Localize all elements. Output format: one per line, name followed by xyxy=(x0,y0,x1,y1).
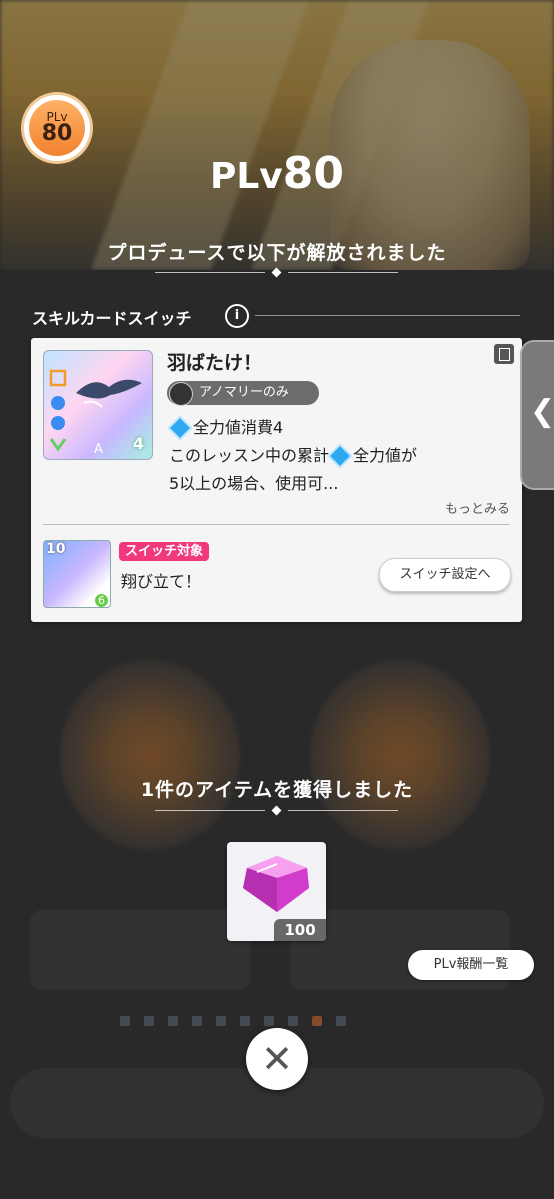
reward-item[interactable]: 100 xyxy=(227,842,326,941)
close-icon: ✕ xyxy=(261,1037,293,1081)
gem-icon xyxy=(243,856,309,912)
divider xyxy=(155,272,265,273)
plv-title-prefix: PLv xyxy=(209,156,283,197)
acquired-message: 1件のアイテムを獲得しました xyxy=(140,779,414,801)
unlock-message: プロデュースで以下が解放されました xyxy=(107,242,447,264)
skill-card-title: 羽ばたけ！ xyxy=(167,352,263,374)
anomaly-tag-label: アノマリーのみ xyxy=(199,385,289,400)
section-divider xyxy=(255,315,520,316)
skill-card-cost: 4 xyxy=(132,434,144,453)
close-button[interactable]: ✕ xyxy=(246,1028,308,1090)
see-more-link[interactable]: もっとみる xyxy=(445,498,510,517)
plv-badge-number: 80 xyxy=(41,121,73,146)
bird-illustration xyxy=(76,379,142,408)
power-gem-icon xyxy=(330,446,350,466)
switch-card-sub: 6 xyxy=(95,594,108,607)
desc-line-2: 5以上の場合、使用可... xyxy=(169,474,339,493)
switch-target-tag: スイッチ対象 xyxy=(119,542,210,561)
side-panel-tab[interactable]: ❮ xyxy=(520,340,554,490)
anomaly-tag: アノマリーのみ xyxy=(167,381,319,406)
section-title: スキルカードスイッチ xyxy=(32,309,192,328)
cost-line-text: 全力値消費4 xyxy=(193,418,284,437)
chevron-left-icon: ❮ xyxy=(530,394,554,429)
switch-card-cost: 10 xyxy=(46,541,66,557)
skill-card-art: 4 A xyxy=(43,350,153,460)
plv-title: PLv80 xyxy=(0,148,554,199)
anomaly-icon xyxy=(169,382,193,406)
switch-settings-button[interactable]: スイッチ設定へ xyxy=(379,558,511,592)
skill-card-panel[interactable]: 4 A 羽ばたけ！ アノマリーのみ 全力値消費4 このレッスン中の累計 全力値が … xyxy=(31,338,522,622)
cost-line: 全力値消費4 xyxy=(169,414,283,438)
switch-card-name: 翔び立て！ xyxy=(121,572,202,591)
card-effect-icons xyxy=(49,369,67,452)
switch-card-art: 10 6 xyxy=(43,540,111,608)
info-icon[interactable]: i xyxy=(225,304,249,328)
card-divider xyxy=(43,524,510,525)
plv-reward-list-button[interactable]: PLv報酬一覧 xyxy=(408,950,534,980)
divider xyxy=(288,810,398,811)
power-gem-icon xyxy=(170,418,190,438)
divider xyxy=(155,810,265,811)
plv-title-level: 80 xyxy=(282,148,345,199)
item-quantity: 100 xyxy=(274,919,326,941)
divider xyxy=(288,272,398,273)
desc-line-1: このレッスン中の累計 全力値が xyxy=(169,442,417,466)
desc-line-1-text: このレッスン中の累計 xyxy=(169,446,330,465)
skill-card-letter: A xyxy=(94,442,103,457)
desc-line-1b-text: 全力値が xyxy=(353,446,418,465)
switch-card-icon[interactable] xyxy=(494,344,514,364)
